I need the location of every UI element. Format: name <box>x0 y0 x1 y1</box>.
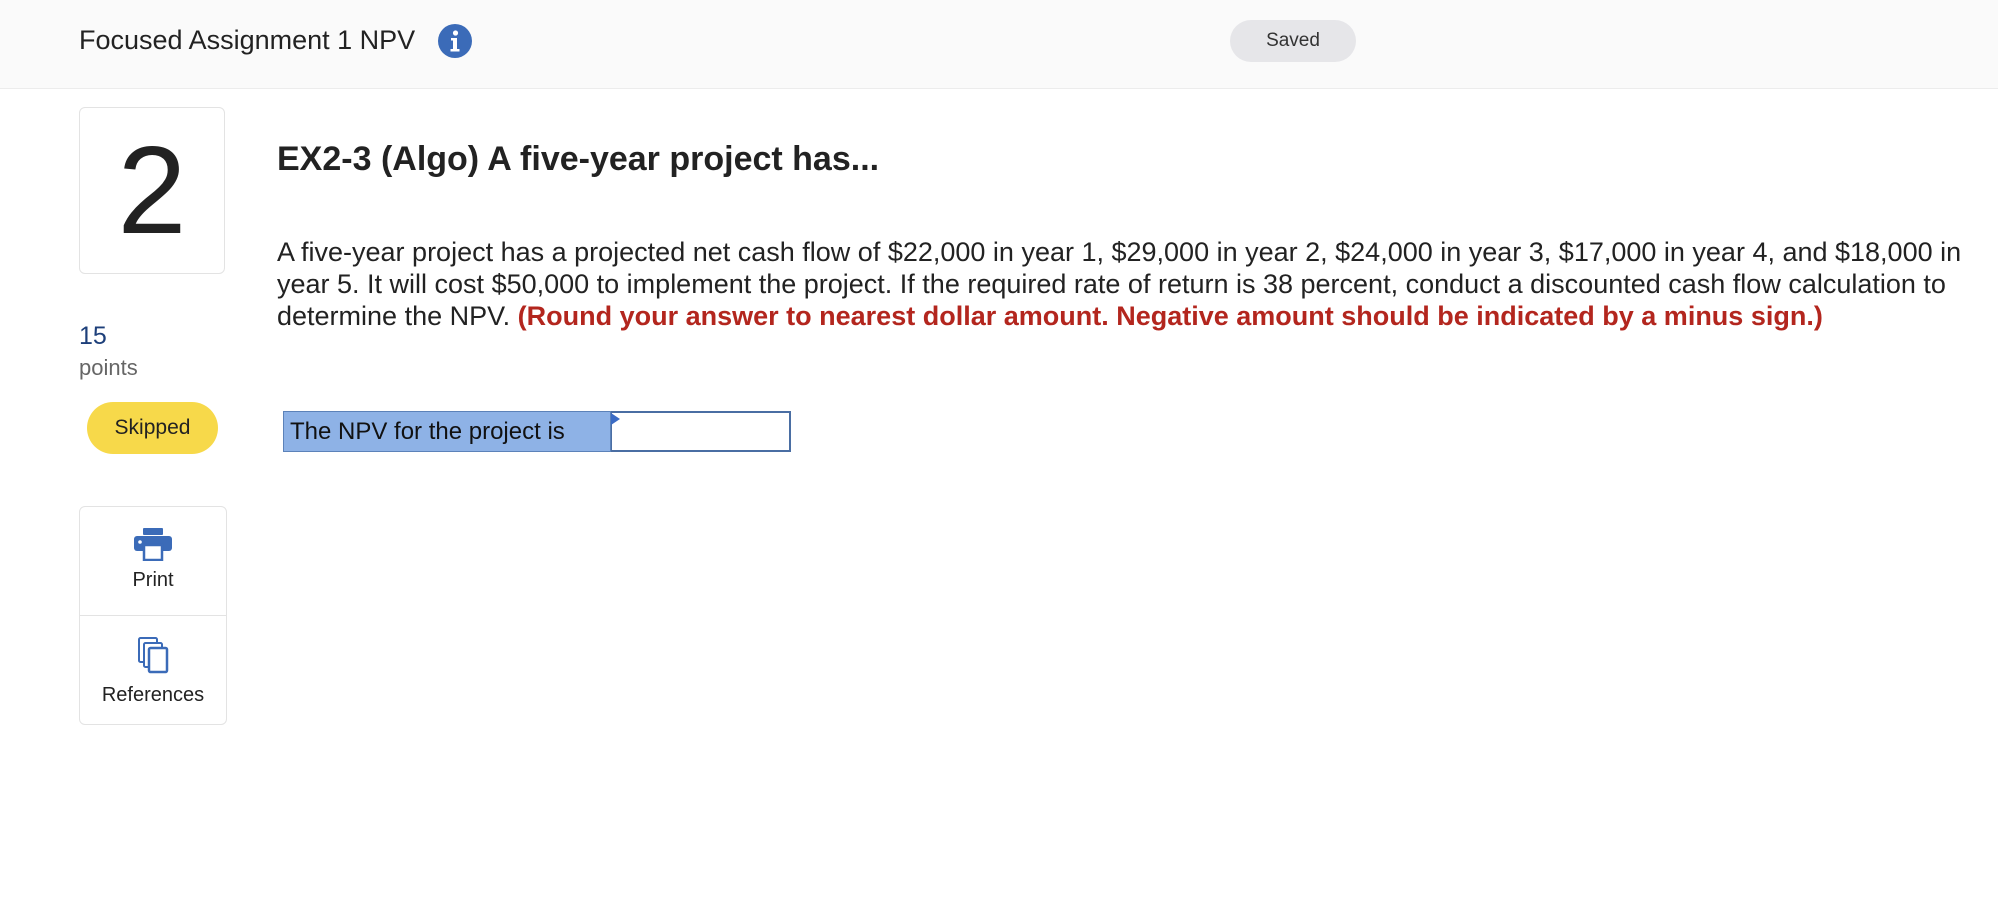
answer-label: The NPV for the project is <box>283 411 611 452</box>
question-hint: (Round your answer to nearest dollar amo… <box>517 301 1823 331</box>
npv-answer-input[interactable] <box>611 411 791 452</box>
question-title: EX2-3 (Algo) A five-year project has... <box>277 140 880 178</box>
printer-icon <box>134 528 172 561</box>
input-marker-icon <box>611 413 620 425</box>
references-label: References <box>101 684 205 706</box>
question-number: 2 <box>117 121 187 260</box>
print-label: Print <box>132 569 174 591</box>
top-bar: Focused Assignment 1 NPV Saved <box>0 0 1998 89</box>
print-button[interactable]: Print <box>79 506 227 616</box>
points-value: 15 <box>79 322 107 350</box>
status-badge: Skipped <box>87 402 218 454</box>
question-number-box: 2 <box>79 107 225 274</box>
save-status-badge: Saved <box>1230 20 1356 62</box>
points-label: points <box>79 355 138 380</box>
question-text: A five-year project has a projected net … <box>277 236 1967 332</box>
answer-row: The NPV for the project is <box>283 411 791 452</box>
info-icon[interactable] <box>437 23 473 59</box>
documents-icon <box>138 637 169 674</box>
assignment-title: Focused Assignment 1 NPV <box>79 25 416 55</box>
references-button[interactable]: References <box>79 615 227 725</box>
